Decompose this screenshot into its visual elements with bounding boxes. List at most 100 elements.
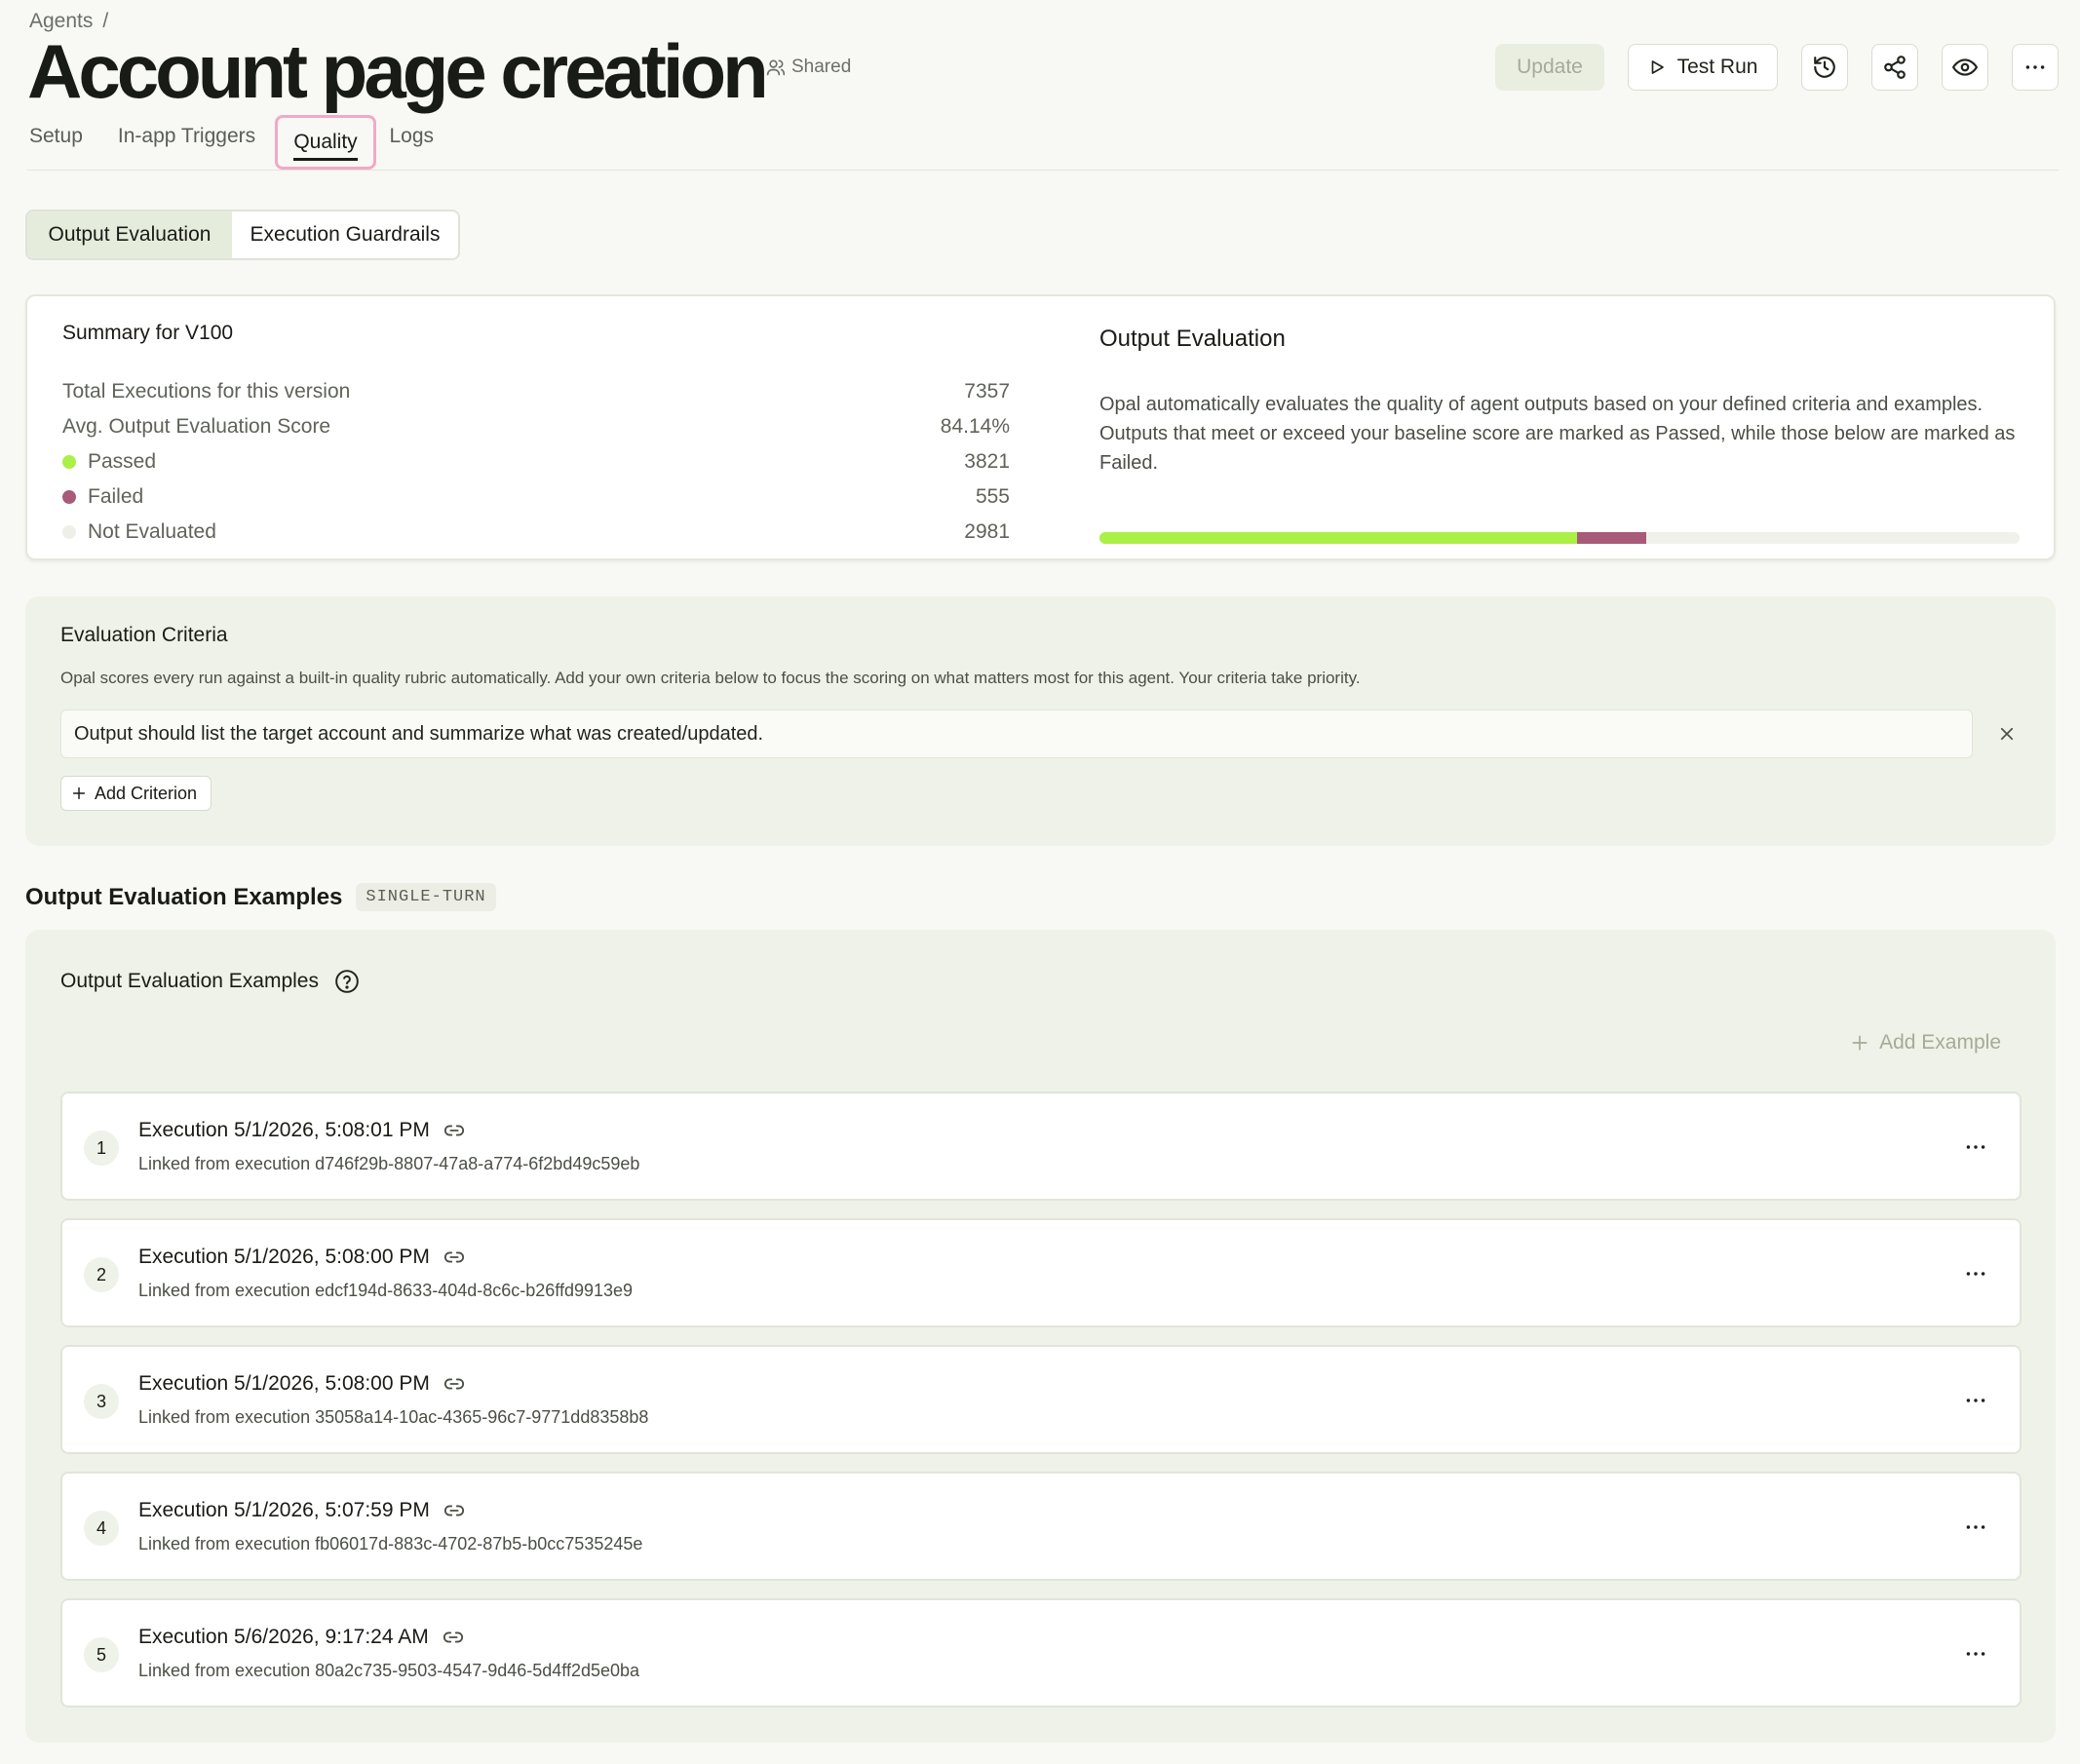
more-icon [1966,1652,1985,1656]
shared-badge[interactable]: Shared [766,57,851,78]
stat-not-evaluated: Not Evaluated 2981 [62,515,1010,550]
example-row[interactable]: 2 Execution 5/1/2026, 5:08:00 PM Linked … [60,1218,2022,1327]
add-criterion-button[interactable]: Add Criterion [60,776,212,811]
example-more-button[interactable] [1961,1639,1990,1668]
single-turn-badge: SINGLE-TURN [356,883,496,911]
link-icon[interactable] [443,1373,465,1395]
link-icon[interactable] [443,1246,465,1268]
example-more-button[interactable] [1961,1259,1990,1288]
example-title-text: Execution 5/1/2026, 5:08:00 PM [138,1372,430,1395]
stat-value: 2981 [964,520,1010,543]
preview-button[interactable] [1942,44,1988,91]
more-icon [2025,65,2045,69]
more-icon [1966,1399,1985,1402]
example-subtitle: Linked from execution 80a2c735-9503-4547… [138,1661,640,1680]
example-subtitle: Linked from execution 35058a14-10ac-4365… [138,1407,649,1427]
stat-value: 3821 [964,450,1010,473]
quality-segmented-control: Output Evaluation Execution Guardrails [25,210,460,260]
progress-failed-segment [1577,532,1647,544]
example-title: Execution 5/1/2026, 5:08:01 PM [138,1119,465,1142]
stat-avg-score: Avg. Output Evaluation Score 84.14% [62,409,1010,444]
more-button[interactable] [2012,44,2059,91]
add-example-button[interactable]: Add Example [1850,1031,2001,1055]
examples-panel-title: Output Evaluation Examples [60,970,319,992]
segment-execution-guardrails[interactable]: Execution Guardrails [232,211,458,258]
stat-value: 7357 [964,380,1010,403]
more-icon [1966,1145,1985,1149]
tab-in-app-triggers[interactable]: In-app Triggers [118,125,255,148]
progress-passed-segment [1099,532,1578,544]
test-run-label: Test Run [1676,56,1758,78]
header-actions: Update Test Run [1495,44,2059,91]
example-title: Execution 5/1/2026, 5:08:00 PM [138,1372,465,1396]
example-row[interactable]: 1 Execution 5/1/2026, 5:08:01 PM Linked … [60,1092,2022,1201]
summary-card: Summary for V100 Total Executions for th… [25,294,2056,560]
examples-panel-header: Output Evaluation Examples [60,969,360,994]
criteria-description: Opal scores every run against a built-in… [60,669,1361,687]
close-icon [2000,727,2014,741]
link-icon[interactable] [443,1500,465,1521]
remove-criterion-button[interactable] [1994,721,2020,747]
passed-dot-icon [62,455,76,469]
stat-failed: Failed 555 [62,479,1010,515]
history-icon [1814,57,1835,78]
example-row[interactable]: 5 Execution 5/6/2026, 9:17:24 AM Linked … [60,1598,2022,1707]
link-icon[interactable] [443,1120,465,1141]
play-icon [1651,60,1664,74]
add-example-label: Add Example [1879,1031,2001,1054]
share-icon [1884,56,1906,79]
link-icon[interactable] [443,1627,464,1648]
tabs: Setup In-app Triggers Quality Logs Quali… [29,115,469,170]
tab-setup[interactable]: Setup [29,125,83,148]
eye-icon [1952,58,1978,76]
example-title: Execution 5/1/2026, 5:07:59 PM [138,1499,465,1522]
history-button[interactable] [1801,44,1848,91]
example-number: 2 [84,1257,119,1292]
example-title: Execution 5/1/2026, 5:08:00 PM [138,1246,465,1269]
stat-label: Not Evaluated [88,520,216,543]
failed-dot-icon [62,490,76,504]
example-title-text: Execution 5/1/2026, 5:08:01 PM [138,1119,430,1141]
summary-stats: Total Executions for this version 7357 A… [62,374,1010,550]
examples-heading-title: Output Evaluation Examples [25,883,343,910]
help-icon[interactable] [334,969,360,994]
more-icon [1966,1525,1985,1529]
evaluation-criteria-panel: Evaluation Criteria Opal scores every ru… [25,596,2056,846]
example-number: 4 [84,1511,119,1546]
stat-value: 555 [975,485,1010,508]
example-subtitle: Linked from execution d746f29b-8807-47a8… [138,1154,640,1173]
tab-logs[interactable]: Logs [390,125,435,148]
example-more-button[interactable] [1961,1513,1990,1542]
stat-total-executions: Total Executions for this version 7357 [62,374,1010,409]
example-row[interactable]: 3 Execution 5/1/2026, 5:08:00 PM Linked … [60,1345,2022,1454]
tab-quality[interactable]: Quality [275,115,376,170]
example-subtitle: Linked from execution fb06017d-883c-4702… [138,1534,643,1553]
criteria-title: Evaluation Criteria [60,624,228,646]
stat-value: 84.14% [940,415,1010,438]
example-row[interactable]: 4 Execution 5/1/2026, 5:07:59 PM Linked … [60,1472,2022,1581]
output-evaluation-description: Opal automatically evaluates the quality… [1099,394,2016,474]
more-icon [1966,1272,1985,1276]
segment-output-evaluation[interactable]: Output Evaluation [27,211,232,258]
active-tab-indicator [293,158,358,161]
update-button[interactable]: Update [1495,44,1604,91]
example-subtitle: Linked from execution edcf194d-8633-404d… [138,1281,634,1300]
example-number: 3 [84,1384,119,1419]
test-run-button[interactable]: Test Run [1628,44,1778,91]
example-title: Execution 5/6/2026, 9:17:24 AM [138,1626,464,1649]
stat-label: Total Executions for this version [62,380,351,403]
example-more-button[interactable] [1961,1132,1990,1162]
share-button[interactable] [1871,44,1918,91]
example-more-button[interactable] [1961,1386,1990,1415]
example-title-text: Execution 5/1/2026, 5:08:00 PM [138,1246,430,1268]
examples-heading: Output Evaluation Examples SINGLE-TURN [25,883,496,911]
stat-passed: Passed 3821 [62,444,1010,479]
criterion-input[interactable]: Output should list the target account an… [60,709,1973,758]
page-title: Account page creation [27,28,769,114]
example-number: 1 [84,1131,119,1166]
not-evaluated-dot-icon [62,525,76,539]
plus-icon [1852,1035,1868,1051]
output-evaluation-title: Output Evaluation [1099,326,1286,352]
page: Agents / Account page creation Shared Upd… [0,0,2080,1764]
users-icon [766,59,786,76]
